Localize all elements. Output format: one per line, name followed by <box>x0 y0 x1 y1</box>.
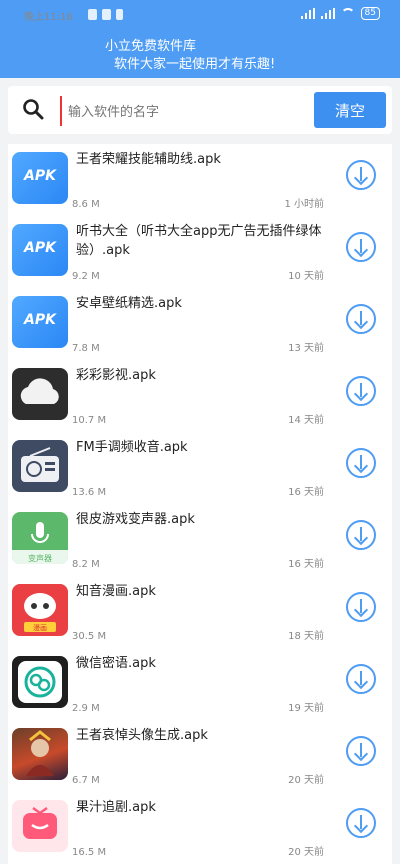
app-size: 13.6 M <box>72 487 107 498</box>
notification-icon <box>102 9 111 20</box>
app-name: 听书大全（听书大全app无广告无插件绿体验）.apk <box>76 224 322 258</box>
app-size: 8.6 M <box>72 199 100 210</box>
game-avatar-icon <box>12 728 68 780</box>
app-time: 16 天前 <box>288 487 324 498</box>
app-size: 9.2 M <box>72 271 100 282</box>
apk-icon: APK <box>12 152 68 204</box>
app-list-item[interactable]: 王者哀悼头像生成.apk 6.7 M 20 天前 <box>8 720 392 792</box>
app-time: 13 天前 <box>288 343 324 354</box>
download-icon[interactable] <box>346 160 376 190</box>
app-name: FM手调频收音.apk <box>76 440 188 455</box>
download-icon[interactable] <box>346 808 376 838</box>
app-list: APK 王者荣耀技能辅助线.apk 8.6 M1 小时前 APK 听书大全（听书大全ap… <box>8 144 392 864</box>
app-name: 王者荣耀技能辅助线.apk <box>76 152 221 167</box>
app-list-item[interactable]: 变声器 很皮游戏变声器.apk 8.2 M 16 天前 <box>8 504 392 576</box>
app-time: 1 小时前 <box>284 199 324 210</box>
app-header: 晚上11:16 85 小立免费软件库 软件大家一起使用才有乐趣! <box>0 0 400 78</box>
app-size: 6.7 M <box>72 775 100 786</box>
app-time: 19 天前 <box>288 703 324 714</box>
app-list-item[interactable]: 微信密语.apk 2.9 M 19 天前 <box>8 648 392 720</box>
app-list-item[interactable]: 果汁追剧.apk 16.5 M 20 天前 <box>8 792 392 864</box>
download-icon[interactable] <box>346 448 376 478</box>
app-list-item[interactable]: APK 安卓壁纸精选.apk 7.8 M 13 天前 <box>8 288 392 360</box>
download-icon[interactable] <box>346 304 376 334</box>
app-time: 20 天前 <box>288 775 324 786</box>
app-time: 16 天前 <box>288 559 324 570</box>
status-time: 晚上11:16 <box>24 12 73 23</box>
app-time: 14 天前 <box>288 415 324 426</box>
app-time: 18 天前 <box>288 631 324 642</box>
app-name: 彩彩影视.apk <box>76 368 156 383</box>
clear-button[interactable]: 清空 <box>314 92 386 128</box>
svg-text:漫画: 漫画 <box>33 623 47 632</box>
app-size: 10.7 M <box>72 415 107 426</box>
app-list-item[interactable]: FM手调频收音.apk 13.6 M 16 天前 <box>8 432 392 504</box>
download-icon[interactable] <box>346 736 376 766</box>
app-size: 30.5 M <box>72 631 107 642</box>
app-name: 安卓壁纸精选.apk <box>76 296 182 311</box>
download-icon[interactable] <box>346 520 376 550</box>
apk-icon: APK <box>12 296 68 348</box>
manga-icon: 漫画 <box>12 584 68 636</box>
header-subtitle: 软件大家一起使用才有乐趣! <box>114 57 276 72</box>
app-list-item[interactable]: APK 听书大全（听书大全app无广告无插件绿体验）.apk 9.2 M 10 天前 <box>8 216 392 288</box>
app-name: 很皮游戏变声器.apk <box>76 512 195 527</box>
app-name: 果汁追剧.apk <box>76 800 156 815</box>
app-size: 16.5 M <box>72 847 107 858</box>
svg-text:变声器: 变声器 <box>28 553 52 563</box>
download-icon[interactable] <box>346 592 376 622</box>
wechat-icon <box>12 656 68 708</box>
app-size: 8.2 M <box>72 559 100 570</box>
notification-icon <box>116 9 123 20</box>
wifi-icon <box>340 8 355 19</box>
search-icon <box>23 99 44 120</box>
app-list-item[interactable]: 漫画 知音漫画.apk 30.5 M 18 天前 <box>8 576 392 648</box>
tv-icon <box>12 800 68 852</box>
app-time: 20 天前 <box>288 847 324 858</box>
app-list-item[interactable]: APK 王者荣耀技能辅助线.apk 8.6 M 1 小时前 <box>8 144 392 216</box>
app-size: 7.8 M <box>72 343 100 354</box>
app-name: 王者哀悼头像生成.apk <box>76 728 208 743</box>
cloud-icon <box>12 368 68 420</box>
download-icon[interactable] <box>346 664 376 694</box>
battery-icon: 85 <box>360 7 380 20</box>
status-bar: 晚上11:16 85 <box>0 0 400 30</box>
apk-icon: APK <box>12 224 68 276</box>
search-input[interactable] <box>60 96 310 126</box>
signal-icon <box>320 8 335 19</box>
app-time: 10 天前 <box>288 271 324 282</box>
signal-icon <box>300 8 315 19</box>
app-list-item[interactable]: 彩彩影视.apk 10.7 M 14 天前 <box>8 360 392 432</box>
microphone-icon: 变声器 <box>12 512 68 564</box>
header-title: 小立免费软件库 <box>105 39 197 54</box>
app-name: 微信密语.apk <box>76 656 156 671</box>
app-name: 知音漫画.apk <box>76 584 156 599</box>
search-bar: 清空 <box>8 86 392 134</box>
download-icon[interactable] <box>346 376 376 406</box>
download-icon[interactable] <box>346 232 376 262</box>
radio-icon <box>12 440 68 492</box>
notification-icon <box>88 9 97 20</box>
app-size: 2.9 M <box>72 703 100 714</box>
